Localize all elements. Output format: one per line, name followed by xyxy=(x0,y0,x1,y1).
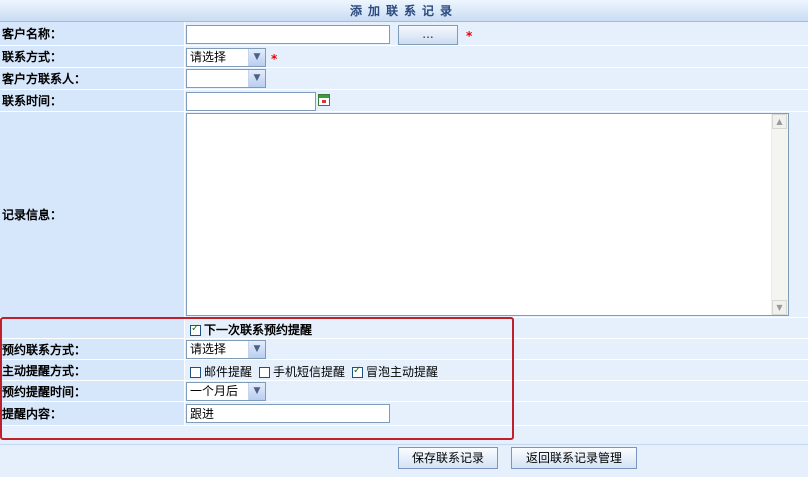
reserve-method-selected: 请选择 xyxy=(190,342,227,356)
reserve-method-select[interactable]: 请选择 ▼ xyxy=(186,340,266,359)
contact-time-input[interactable] xyxy=(186,92,316,111)
customer-contact-select[interactable]: ▼ xyxy=(186,69,266,88)
email-reminder-option[interactable]: 邮件提醒 xyxy=(190,363,252,380)
reminder-time-row: 预约提醒时间： xyxy=(0,381,808,402)
reserve-method-cell xyxy=(185,339,808,360)
reserve-method-row: 预约联系方式： xyxy=(0,339,808,360)
popup-reminder-checkbox[interactable] xyxy=(352,365,364,378)
email-reminder-checkbox[interactable] xyxy=(190,367,201,378)
textarea-scrollbar[interactable]: ▲ ▼ xyxy=(771,114,788,315)
record-info-textarea[interactable]: ▲ ▼ xyxy=(186,113,789,316)
next-reminder-checkbox-group[interactable]: 下一次联系预约提醒 xyxy=(190,321,312,338)
contact-method-selected: 请选择 xyxy=(190,50,227,64)
save-record-button[interactable]: 保存联系记录 xyxy=(398,447,498,469)
chevron-down-icon[interactable]: ▼ xyxy=(248,341,265,358)
sms-reminder-checkbox[interactable] xyxy=(259,367,271,378)
contact-time-label: 联系时间： xyxy=(0,90,184,112)
reminder-content-row: 提醒内容： xyxy=(0,402,808,426)
record-info-label: 记录信息： xyxy=(0,112,184,318)
back-to-manage-button[interactable]: 返回联系记录管理 xyxy=(511,447,637,469)
page-title: 添加联系记录 xyxy=(0,0,808,22)
spacer-row xyxy=(0,426,808,444)
browse-customer-button[interactable]: ... xyxy=(398,25,458,45)
contact-time-row: 联系时间： xyxy=(0,90,808,112)
reminder-content-label: 提醒内容： xyxy=(0,402,184,426)
contact-method-select[interactable]: 请选择 ▼ xyxy=(186,48,266,67)
reminder-time-selected: 一个月后 xyxy=(190,384,239,398)
customer-name-input[interactable] xyxy=(186,25,390,44)
customer-name-label: 客户名称： xyxy=(0,22,184,46)
next-reminder-checkbox[interactable] xyxy=(190,323,201,336)
sms-reminder-option[interactable]: 手机短信提醒 xyxy=(259,363,345,380)
scroll-up-icon[interactable]: ▲ xyxy=(772,114,787,129)
customer-contact-label: 客户方联系人： xyxy=(0,68,184,90)
contact-method-label: 联系方式： xyxy=(0,46,184,68)
next-reminder-label: 下一次联系预约提醒 xyxy=(204,323,313,337)
customer-contact-cell xyxy=(185,68,808,90)
reserve-method-label: 预约联系方式： xyxy=(0,339,184,360)
chevron-down-icon[interactable]: ▼ xyxy=(248,70,265,87)
required-mark: * xyxy=(271,52,278,66)
scroll-down-icon[interactable]: ▼ xyxy=(772,300,787,315)
reminder-time-label: 预约提醒时间： xyxy=(0,381,184,402)
popup-reminder-label: 冒泡主动提醒 xyxy=(366,365,439,379)
required-mark: * xyxy=(466,29,473,43)
next-reminder-label-cell xyxy=(0,318,184,339)
calendar-icon[interactable] xyxy=(318,94,330,106)
contact-method-cell xyxy=(185,46,808,68)
chevron-down-icon[interactable]: ▼ xyxy=(248,383,265,400)
next-reminder-row xyxy=(0,318,808,339)
active-reminder-options: 邮件提醒 手机短信提醒 冒泡主动提醒 xyxy=(190,363,438,380)
active-reminder-label: 主动提醒方式： xyxy=(0,360,184,381)
sms-reminder-label: 手机短信提醒 xyxy=(273,365,346,379)
email-reminder-label: 邮件提醒 xyxy=(204,365,253,379)
customer-contact-row: 客户方联系人： xyxy=(0,68,808,90)
reminder-time-cell xyxy=(185,381,808,402)
chevron-down-icon[interactable]: ▼ xyxy=(248,49,265,66)
contact-method-row: 联系方式： xyxy=(0,46,808,68)
reminder-content-input[interactable] xyxy=(186,404,390,423)
reminder-time-select[interactable]: 一个月后 ▼ xyxy=(186,382,266,401)
popup-reminder-option[interactable]: 冒泡主动提醒 xyxy=(352,363,438,380)
